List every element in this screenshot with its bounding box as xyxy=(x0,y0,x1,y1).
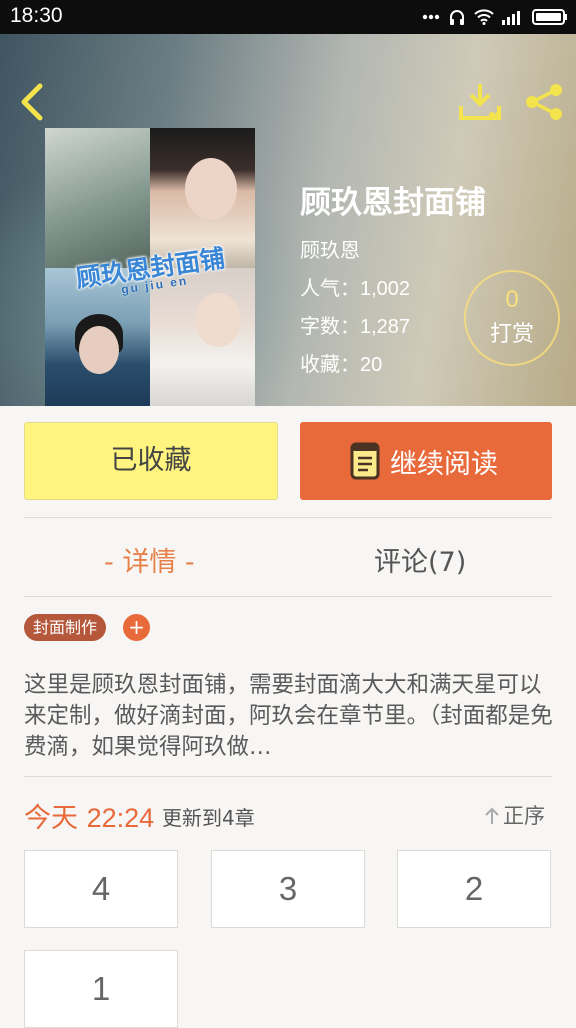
update-clock: 22:24 xyxy=(86,803,155,833)
stat-label: 字数： xyxy=(300,314,360,338)
signal-icon xyxy=(502,11,520,25)
cover-face xyxy=(195,293,241,347)
book-title: 顾玖恩封面铺 xyxy=(300,185,486,221)
cover-face xyxy=(185,158,237,220)
continue-reading-label: 继续阅读 xyxy=(390,449,498,480)
sort-order-label: 正序 xyxy=(503,804,545,828)
headset-icon xyxy=(450,10,464,25)
book-icon xyxy=(350,442,380,480)
update-chapter-count: 更新到4章 xyxy=(162,806,255,830)
divider xyxy=(24,776,552,777)
update-day: 今天 xyxy=(24,803,78,834)
stat-value: 20 xyxy=(360,354,383,376)
back-arrow-icon[interactable] xyxy=(14,82,50,122)
tab-comments[interactable]: 评论(7) xyxy=(374,540,466,579)
more-dots-icon xyxy=(422,14,440,20)
add-tag-button[interactable]: + xyxy=(123,614,150,641)
wifi-icon xyxy=(474,9,494,25)
share-icon[interactable] xyxy=(522,82,566,122)
chapter-button[interactable]: 2 xyxy=(397,850,551,928)
cover-face xyxy=(79,326,119,374)
continue-reading-button[interactable]: 继续阅读 xyxy=(300,422,552,500)
stat-value: 1,002 xyxy=(360,278,411,300)
battery-icon xyxy=(532,9,567,25)
stat-value: 1,287 xyxy=(360,316,411,338)
reward-label: 打赏 xyxy=(489,322,534,347)
stat-favorites: 收藏：20 xyxy=(300,348,382,377)
chapter-button[interactable]: 1 xyxy=(24,950,178,1028)
status-bar: 18:30 xyxy=(0,0,576,34)
book-author[interactable]: 顾玖恩 xyxy=(300,234,360,263)
stat-popularity: 人气：1,002 xyxy=(300,272,410,301)
sort-order-toggle[interactable]: 正序 xyxy=(484,800,545,830)
book-header: 顾玖恩封面铺 gu jiu en 顾玖恩封面铺 顾玖恩 人气：1,002 字数：… xyxy=(0,34,576,406)
divider xyxy=(24,517,552,518)
update-time: 今天 22:24 xyxy=(24,796,154,835)
status-time: 18:30 xyxy=(10,4,63,27)
divider xyxy=(24,596,552,597)
stat-label: 收藏： xyxy=(300,352,360,376)
collected-button[interactable]: 已收藏 xyxy=(24,422,278,500)
arrow-up-icon xyxy=(485,807,499,824)
chapter-button[interactable]: 3 xyxy=(211,850,365,928)
download-icon[interactable] xyxy=(458,82,502,122)
status-icons xyxy=(422,6,568,28)
book-description[interactable]: 这里是顾玖恩封面铺，需要封面滴大大和满天星可以来定制，做好滴封面，阿玖会在章节里… xyxy=(24,670,554,763)
book-cover[interactable]: 顾玖恩封面铺 gu jiu en xyxy=(45,128,255,406)
chapter-button[interactable]: 4 xyxy=(24,850,178,928)
cover-photo-1 xyxy=(45,128,150,268)
reward-button[interactable]: 0 打赏 xyxy=(464,270,560,366)
tag-cover-making[interactable]: 封面制作 xyxy=(24,614,107,641)
stat-word-count: 字数：1,287 xyxy=(300,310,410,339)
tab-details[interactable]: - 详情 - xyxy=(104,540,195,579)
reward-count: 0 xyxy=(505,286,519,313)
stat-label: 人气： xyxy=(300,276,360,300)
